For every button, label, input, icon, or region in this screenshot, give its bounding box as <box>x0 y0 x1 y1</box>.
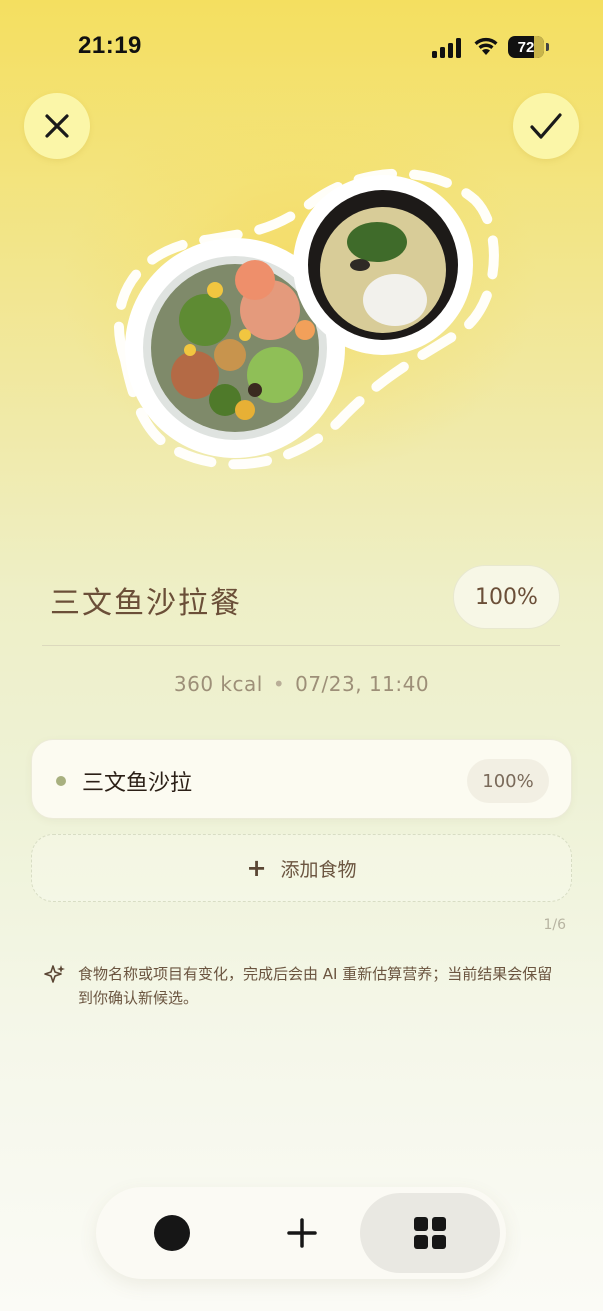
sparkle-icon <box>44 965 65 983</box>
ai-note: 食物名称或项目有变化，完成后会由 AI 重新估算营养；当前结果会保留到你确认新候… <box>44 962 564 1010</box>
meal-datetime: 07/23, 11:40 <box>295 672 430 696</box>
meal-portion-button[interactable]: 100% <box>453 565 560 629</box>
meal-photo <box>113 168 499 470</box>
battery-tip <box>546 43 549 51</box>
battery-level: 72 <box>517 38 535 56</box>
add-food-button[interactable]: + 添加食物 <box>31 834 572 902</box>
grid-icon <box>414 1217 446 1249</box>
confirm-button[interactable] <box>513 93 579 159</box>
divider <box>42 645 560 646</box>
checkmark-icon <box>530 113 562 139</box>
close-icon <box>45 114 69 138</box>
calories: 360 kcal <box>173 672 263 696</box>
ai-note-text: 食物名称或项目有变化，完成后会由 AI 重新估算营养；当前结果会保留到你确认新候… <box>78 965 553 1007</box>
meta-separator: • <box>272 672 286 696</box>
food-item-dot <box>56 776 66 786</box>
meal-name[interactable]: 三文鱼沙拉餐 <box>50 578 242 622</box>
plus-icon <box>287 1218 317 1248</box>
plus-icon: + <box>246 854 267 882</box>
wifi-icon <box>474 37 498 55</box>
nav-item-add[interactable] <box>246 1187 358 1279</box>
food-item-name: 三文鱼沙拉 <box>82 771 193 796</box>
status-bar: 21:19 72 <box>0 0 603 90</box>
bottom-nav <box>96 1187 506 1279</box>
add-food-label: 添加食物 <box>280 858 357 881</box>
item-counter: 1/6 <box>543 917 566 933</box>
food-item-portion-button[interactable]: 100% <box>467 759 549 803</box>
battery-indicator: 72 <box>508 36 544 58</box>
status-time: 21:19 <box>78 32 142 59</box>
nav-item-grid[interactable] <box>360 1193 500 1273</box>
food-item-card[interactable]: 三文鱼沙拉 100% <box>31 739 572 819</box>
meal-meta: 360 kcal • 07/23, 11:40 <box>0 672 603 696</box>
cellular-signal-icon <box>432 38 461 58</box>
nav-item-record[interactable] <box>116 1187 228 1279</box>
circle-dot-icon <box>154 1215 190 1251</box>
close-button[interactable] <box>24 93 90 159</box>
